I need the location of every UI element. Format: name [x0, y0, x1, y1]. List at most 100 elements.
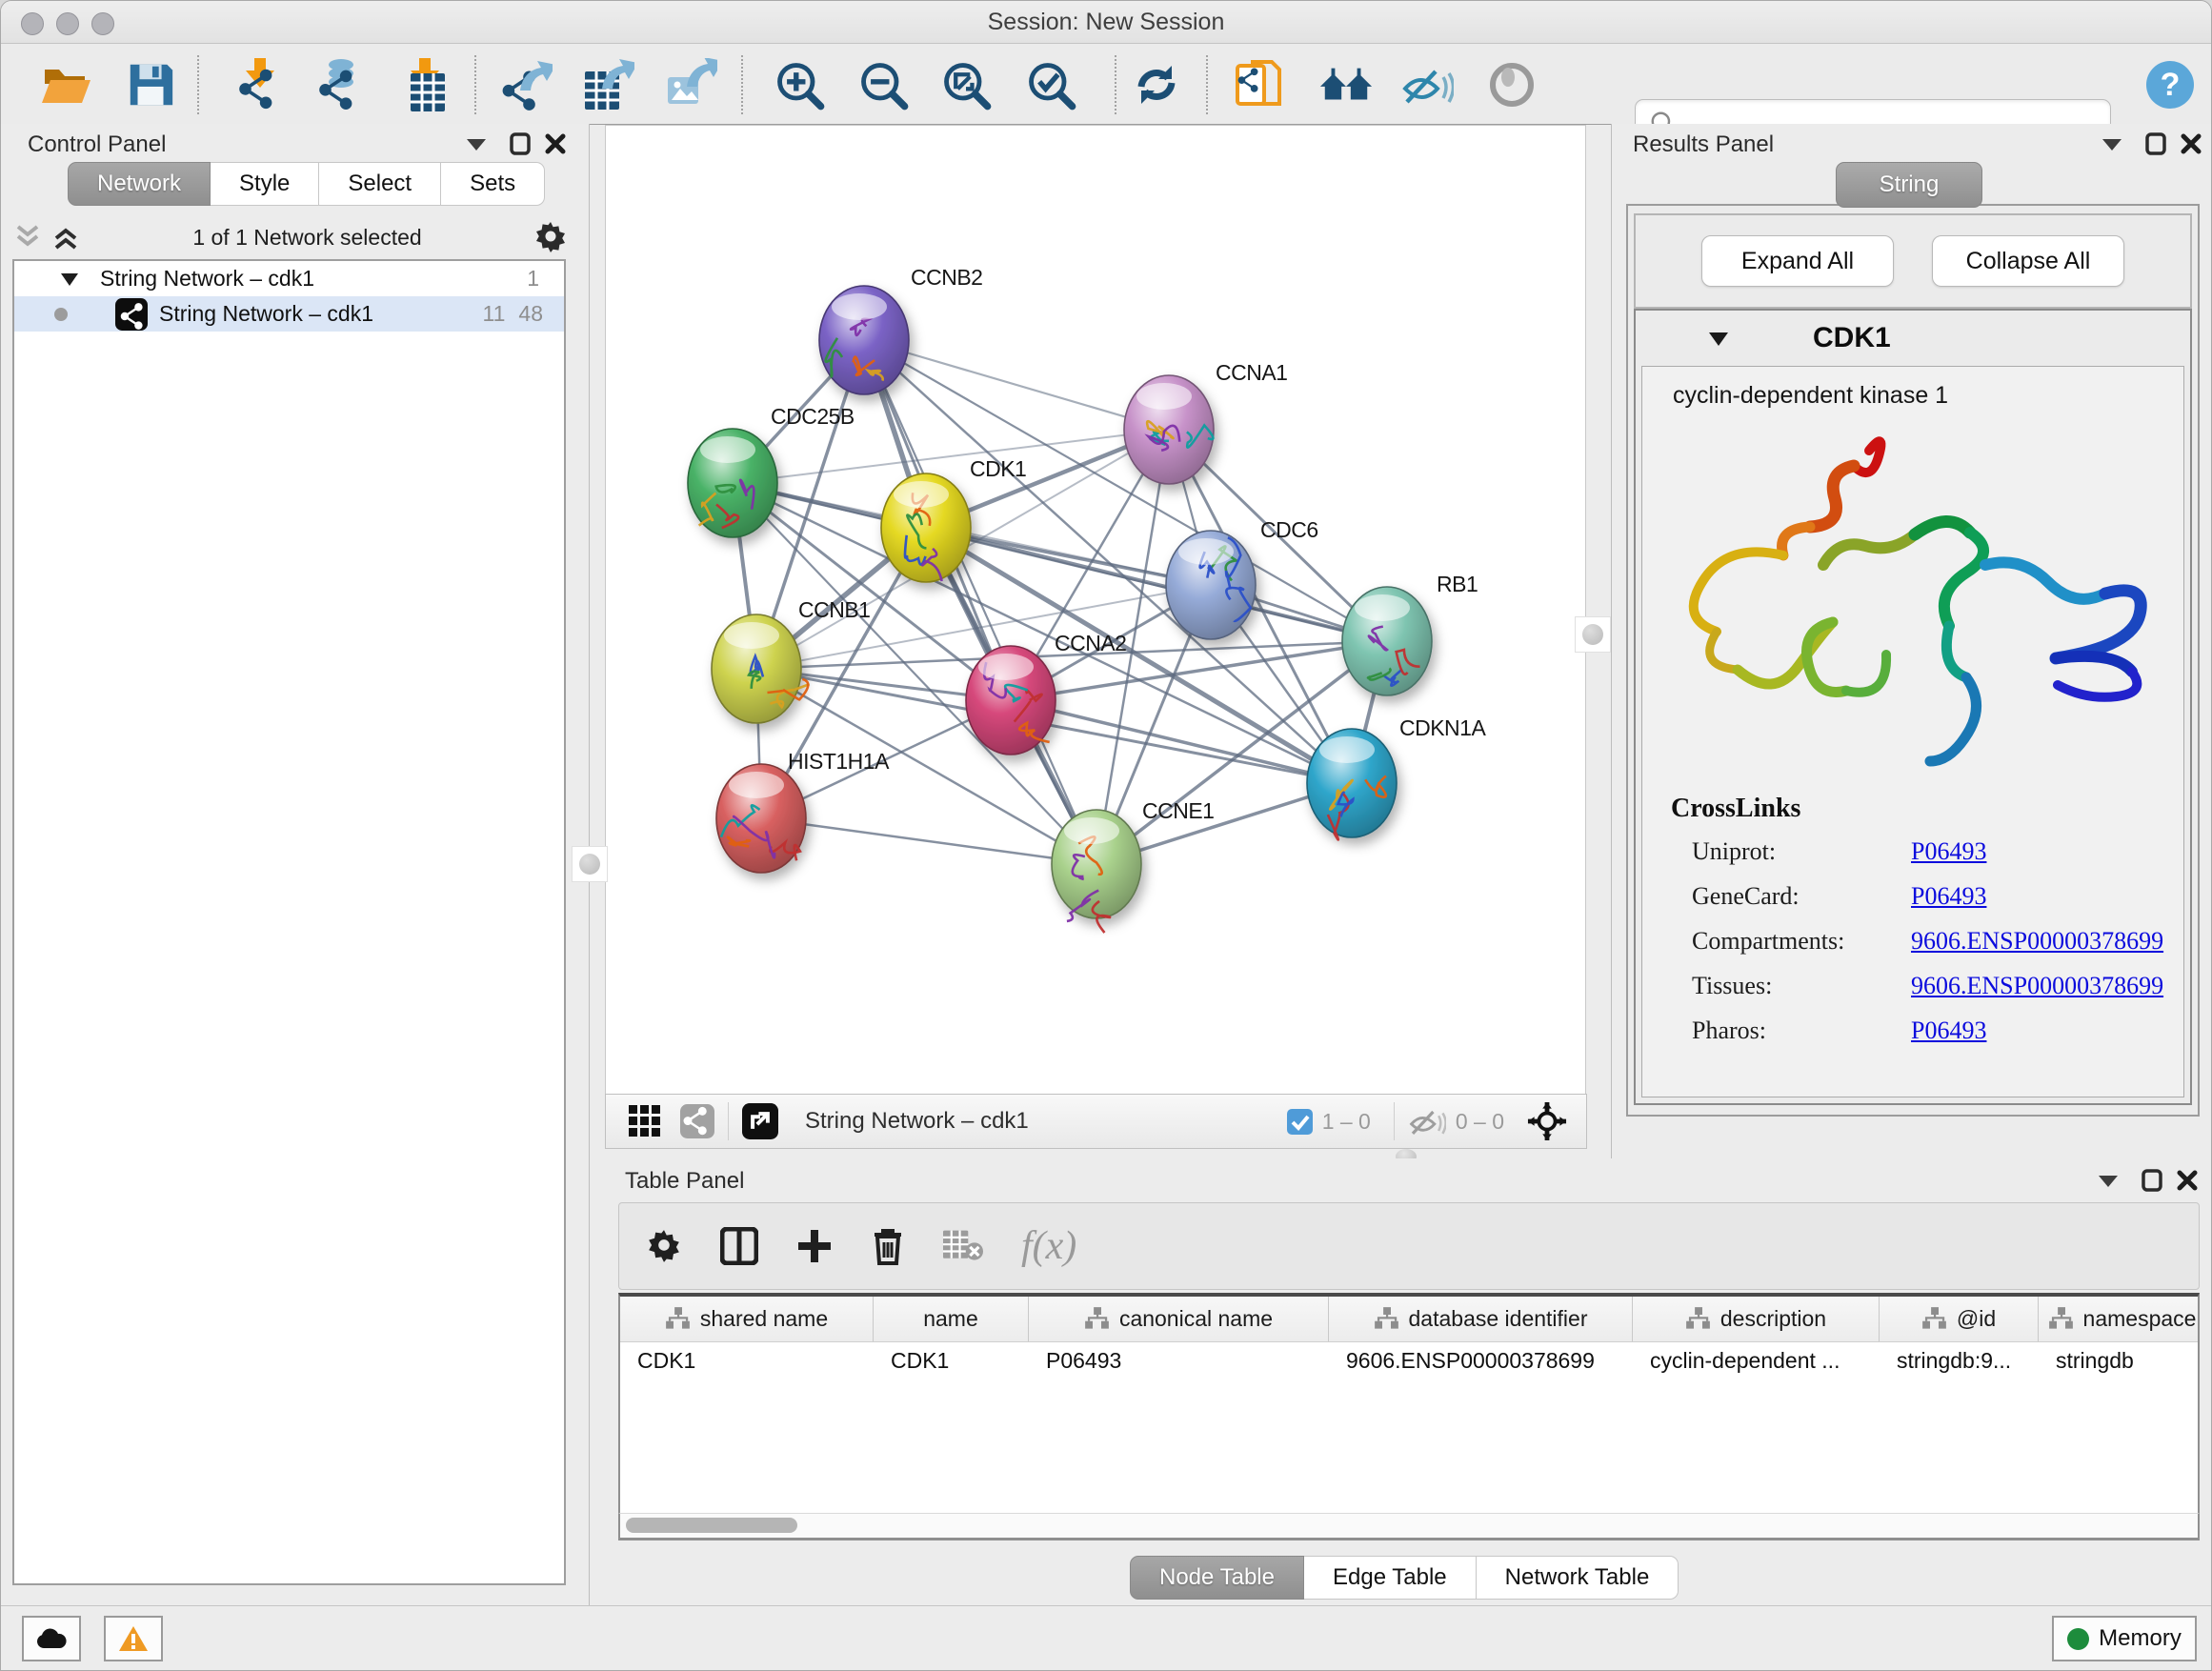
network-edge[interactable]	[761, 818, 1096, 864]
crosslink-value-link[interactable]: 9606.ENSP00000378699	[1911, 972, 2163, 1000]
select-columns-icon[interactable]	[720, 1227, 758, 1265]
tab-node-table[interactable]: Node Table	[1130, 1556, 1304, 1600]
table-cell[interactable]: CDK1	[874, 1342, 1029, 1380]
string-view-icon[interactable]	[680, 1104, 714, 1138]
float-panel-icon[interactable]	[2092, 1166, 2124, 1195]
network-collection-row[interactable]: String Network – cdk1 1	[14, 261, 564, 296]
refresh-button[interactable]	[1129, 57, 1184, 112]
tab-network-table[interactable]: Network Table	[1477, 1556, 1679, 1600]
gear-icon[interactable]	[533, 220, 568, 254]
memory-button[interactable]: Memory	[2052, 1616, 2197, 1661]
zoom-in-button[interactable]	[772, 57, 827, 112]
gene-section-header[interactable]: CDK1	[1636, 311, 2190, 366]
first-neighbors-button[interactable]	[1231, 57, 1286, 112]
section-expanded-icon[interactable]	[1708, 331, 1729, 347]
network-node-RB1[interactable]	[1342, 587, 1432, 695]
undock-panel-icon[interactable]	[504, 130, 536, 158]
close-panel-icon[interactable]	[2171, 1166, 2203, 1195]
column-header--id[interactable]: @id	[1880, 1297, 2039, 1341]
splitter-handle[interactable]	[1575, 616, 1611, 653]
selected-checkbox-icon[interactable]	[1287, 1109, 1313, 1135]
crosslink-value-link[interactable]: P06493	[1911, 837, 1986, 866]
crosslink-value-link[interactable]: P06493	[1911, 1017, 1986, 1045]
table-cell[interactable]: CDK1	[620, 1342, 874, 1380]
hide-selected-button[interactable]	[1399, 57, 1455, 112]
column-header-namespace[interactable]: namespace	[2039, 1297, 2200, 1341]
undock-panel-icon[interactable]	[2140, 130, 2172, 158]
column-header-description[interactable]: description	[1633, 1297, 1880, 1341]
crosslink-value-link[interactable]: 9606.ENSP00000378699	[1911, 927, 2163, 956]
network-node-CCNE1[interactable]	[1052, 810, 1141, 933]
column-header-database-identifier[interactable]: database identifier	[1329, 1297, 1633, 1341]
table-cell[interactable]: stringdb:9...	[1880, 1342, 2039, 1380]
expand-all-icon[interactable]	[50, 223, 81, 252]
tree-expanded-icon[interactable]	[60, 272, 79, 287]
tab-sets[interactable]: Sets	[441, 162, 545, 206]
network-edge[interactable]	[864, 340, 1169, 430]
expand-all-button[interactable]: Expand All	[1701, 235, 1894, 287]
float-panel-icon[interactable]	[2096, 130, 2128, 158]
graphics-details-button[interactable]	[1484, 57, 1539, 112]
network-node-CCNB1[interactable]	[712, 614, 810, 723]
scrollbar-thumb[interactable]	[626, 1518, 797, 1533]
close-panel-icon[interactable]	[2175, 130, 2207, 158]
detach-view-icon[interactable]	[742, 1103, 778, 1139]
column-header-canonical-name[interactable]: canonical name	[1029, 1297, 1329, 1341]
delete-table-icon[interactable]	[943, 1230, 983, 1262]
table-cell[interactable]: cyclin-dependent ...	[1633, 1342, 1880, 1380]
network-row-selected[interactable]: String Network – cdk1 11 48	[14, 296, 564, 332]
table-row[interactable]: CDK1CDK1P064939606.ENSP00000378699cyclin…	[620, 1342, 2198, 1380]
export-table-button[interactable]	[580, 57, 635, 112]
network-node-CDC6[interactable]	[1166, 531, 1256, 639]
open-session-button[interactable]	[38, 57, 93, 112]
export-network-button[interactable]	[498, 57, 553, 112]
float-panel-icon[interactable]	[460, 130, 493, 158]
network-node-CDC25B[interactable]	[688, 429, 777, 537]
import-network-database-button[interactable]	[312, 57, 367, 112]
save-session-button[interactable]	[123, 57, 178, 112]
tab-network[interactable]: Network	[68, 162, 211, 206]
undock-panel-icon[interactable]	[2136, 1166, 2168, 1195]
network-node-CCNA1[interactable]	[1124, 375, 1214, 484]
cloud-status-button[interactable]	[22, 1616, 81, 1661]
table-settings-gear-icon[interactable]	[646, 1228, 682, 1264]
zoom-selected-button[interactable]	[1023, 57, 1078, 112]
network-node-CCNB2[interactable]	[819, 286, 909, 394]
table-horizontal-scrollbar[interactable]	[618, 1513, 2200, 1540]
network-node-CDKN1A[interactable]	[1307, 729, 1397, 839]
zoom-fit-button[interactable]	[938, 57, 994, 112]
hidden-eye-icon[interactable]	[1408, 1105, 1446, 1137]
delete-column-icon[interactable]	[871, 1227, 905, 1265]
crosslink-value-link[interactable]: P06493	[1911, 882, 1986, 911]
column-header-shared-name[interactable]: shared name	[620, 1297, 874, 1341]
function-builder-button[interactable]: f(x)	[1021, 1223, 1076, 1269]
import-network-icon	[232, 58, 286, 111]
zoom-out-button[interactable]	[855, 57, 911, 112]
table-cell[interactable]: stringdb	[2039, 1342, 2200, 1380]
table-cell[interactable]: P06493	[1029, 1342, 1329, 1380]
column-header-name[interactable]: name	[874, 1297, 1029, 1341]
export-image-button[interactable]	[663, 57, 718, 112]
tab-select[interactable]: Select	[319, 162, 441, 206]
network-graph[interactable]: CCNB2CCNA1CDC25BCDK1CDC6RB1CCNB1CCNA2CDK…	[606, 126, 1585, 1094]
splitter-handle[interactable]	[572, 846, 608, 882]
warnings-button[interactable]	[104, 1616, 163, 1661]
network-node-CDK1[interactable]	[881, 473, 971, 582]
import-table-button[interactable]	[396, 57, 452, 112]
birdseye-icon[interactable]	[1527, 1101, 1567, 1141]
home-button[interactable]	[1318, 57, 1374, 112]
network-node-CCNA2[interactable]	[966, 646, 1056, 755]
grid-view-icon[interactable]	[629, 1105, 661, 1137]
tab-style[interactable]: Style	[211, 162, 319, 206]
tab-string[interactable]: String	[1836, 162, 1982, 208]
add-column-icon[interactable]	[796, 1228, 833, 1264]
tab-edge-table[interactable]: Edge Table	[1304, 1556, 1477, 1600]
collapse-all-icon[interactable]	[12, 223, 43, 252]
help-button[interactable]: ?	[2142, 57, 2198, 112]
network-view-canvas[interactable]: CCNB2CCNA1CDC25BCDK1CDC6RB1CCNB1CCNA2CDK…	[605, 125, 1586, 1095]
close-panel-icon[interactable]	[539, 130, 572, 158]
table-cell[interactable]: 9606.ENSP00000378699	[1329, 1342, 1633, 1380]
network-node-HIST1H1A[interactable]	[716, 764, 806, 873]
import-network-file-button[interactable]	[231, 57, 287, 112]
collapse-all-button[interactable]: Collapse All	[1932, 235, 2124, 287]
